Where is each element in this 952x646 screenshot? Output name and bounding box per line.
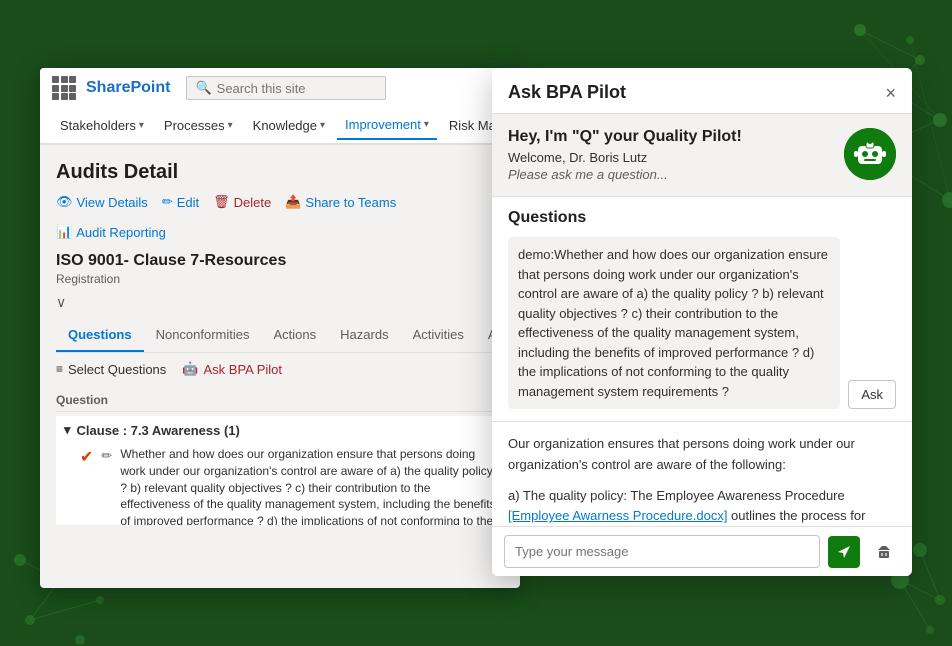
nav-improvement[interactable]: Improvement ▾ xyxy=(337,111,437,140)
bpa-greeting: Welcome, Dr. Boris Lutz xyxy=(508,150,830,165)
bpa-footer xyxy=(492,526,912,576)
bpa-question-block: demo:Whether and how does our organizati… xyxy=(508,237,896,409)
item-title: ISO 9001- Clause 7-Resources xyxy=(56,252,504,270)
edit-question-icon[interactable]: ✏ xyxy=(101,448,112,464)
delete-button[interactable]: 🗑 Delete xyxy=(213,194,271,210)
sharepoint-window: SharePoint 🔍 Stakeholders ▾ Processes ▾ … xyxy=(40,68,520,588)
question-row: ✔ ✏ Whether and how does our organizatio… xyxy=(64,442,496,525)
sp-toolbar: 👁 View Details ✏ Edit 🗑 Delete 📤 Share t… xyxy=(56,194,504,240)
share-to-teams-button[interactable]: 📤 Share to Teams xyxy=(285,194,396,210)
delete-icon: 🗑 xyxy=(213,194,230,210)
answer-intro: Our organization ensures that persons do… xyxy=(508,434,896,476)
bpa-icon: 🤖 xyxy=(182,361,198,377)
question-text: Whether and how does our organization en… xyxy=(120,446,496,525)
chevron-down-icon: ▾ xyxy=(139,120,144,131)
nav-stakeholders[interactable]: Stakeholders ▾ xyxy=(52,112,152,139)
sp-actions-bar: ≡ Select Questions 🤖 Ask BPA Pilot xyxy=(56,361,504,377)
clause-chevron: ▾ xyxy=(64,422,71,438)
tab-nonconformities[interactable]: Nonconformities xyxy=(144,319,262,352)
send-button[interactable] xyxy=(828,536,860,568)
select-questions-button[interactable]: ≡ Select Questions xyxy=(56,362,166,377)
sharepoint-brand: SharePoint xyxy=(86,79,170,97)
close-button[interactable]: × xyxy=(885,84,896,102)
ask-button[interactable]: Ask xyxy=(848,380,896,409)
clause-header[interactable]: ▾ Clause : 7.3 Awareness (1) xyxy=(64,422,496,438)
search-input[interactable] xyxy=(217,81,378,96)
chevron-down-icon: ▾ xyxy=(228,120,233,131)
select-icon: ≡ xyxy=(56,362,63,376)
bpa-heading: Hey, I'm "Q" your Quality Pilot! xyxy=(508,128,830,146)
nav-knowledge[interactable]: Knowledge ▾ xyxy=(245,112,333,139)
sp-tabs: Questions Nonconformities Actions Hazard… xyxy=(56,319,504,353)
bpa-answer-section: Our organization ensures that persons do… xyxy=(492,422,912,526)
view-details-button[interactable]: 👁 View Details xyxy=(56,194,148,210)
tab-actions[interactable]: Actions xyxy=(262,319,329,352)
eye-icon: 👁 xyxy=(56,194,73,210)
answer-part-a: a) The quality policy: The Employee Awar… xyxy=(508,486,896,526)
message-input[interactable] xyxy=(504,535,820,568)
bpa-title: Ask BPA Pilot xyxy=(508,82,626,103)
bpa-panel: Ask BPA Pilot × Hey, I'm "Q" your Qualit… xyxy=(492,68,912,576)
chevron-down-icon: ▾ xyxy=(320,120,325,131)
tab-activities[interactable]: Activities xyxy=(401,319,476,352)
item-subtitle: Registration xyxy=(56,272,504,286)
search-icon: 🔍 xyxy=(195,80,211,96)
edit-icon: ✏ xyxy=(162,194,173,210)
bpa-avatar xyxy=(844,128,896,180)
ask-bpa-pilot-button[interactable]: 🤖 Ask BPA Pilot xyxy=(182,361,282,377)
page-title: Audits Detail xyxy=(56,161,504,184)
clear-button[interactable] xyxy=(868,536,900,568)
audit-reporting-button[interactable]: 📊 Audit Reporting xyxy=(56,224,166,240)
clause-row: ▾ Clause : 7.3 Awareness (1) ✔ ✏ Whether… xyxy=(56,416,504,525)
sp-nav: Stakeholders ▾ Processes ▾ Knowledge ▾ I… xyxy=(40,108,520,144)
sp-header: SharePoint 🔍 Stakeholders ▾ Processes ▾ … xyxy=(40,68,520,145)
chevron-down-icon: ▾ xyxy=(424,119,429,130)
bpa-answer-text: Our organization ensures that persons do… xyxy=(508,434,896,526)
bpa-question-text: demo:Whether and how does our organizati… xyxy=(508,237,840,409)
waffle-icon[interactable] xyxy=(52,76,76,100)
doc-link-a1[interactable]: [Employee Awarness Procedure.docx] xyxy=(508,508,727,523)
bpa-welcome: Hey, I'm "Q" your Quality Pilot! Welcome… xyxy=(492,114,912,197)
edit-button[interactable]: ✏ Edit xyxy=(162,194,199,210)
sp-content: Audits Detail 👁 View Details ✏ Edit 🗑 De… xyxy=(40,145,520,525)
tab-hazards[interactable]: Hazards xyxy=(328,319,400,352)
nav-processes[interactable]: Processes ▾ xyxy=(156,112,241,139)
tab-questions[interactable]: Questions xyxy=(56,319,144,352)
bpa-hint: Please ask me a question... xyxy=(508,167,830,182)
bpa-header: Ask BPA Pilot × xyxy=(492,68,912,114)
table-header: Question xyxy=(56,389,504,412)
questions-section-title: Questions xyxy=(508,209,896,227)
teams-icon: 📤 xyxy=(285,194,301,210)
search-box[interactable]: 🔍 xyxy=(186,76,386,100)
bpa-questions-section: Questions demo:Whether and how does our … xyxy=(492,197,912,422)
collapse-button[interactable]: ∨ xyxy=(56,294,504,311)
sp-top-bar: SharePoint 🔍 xyxy=(40,68,520,108)
check-icon: ✔ xyxy=(80,447,93,467)
bpa-welcome-text: Hey, I'm "Q" your Quality Pilot! Welcome… xyxy=(508,128,830,182)
report-icon: 📊 xyxy=(56,224,72,240)
bpa-body: Questions demo:Whether and how does our … xyxy=(492,197,912,526)
